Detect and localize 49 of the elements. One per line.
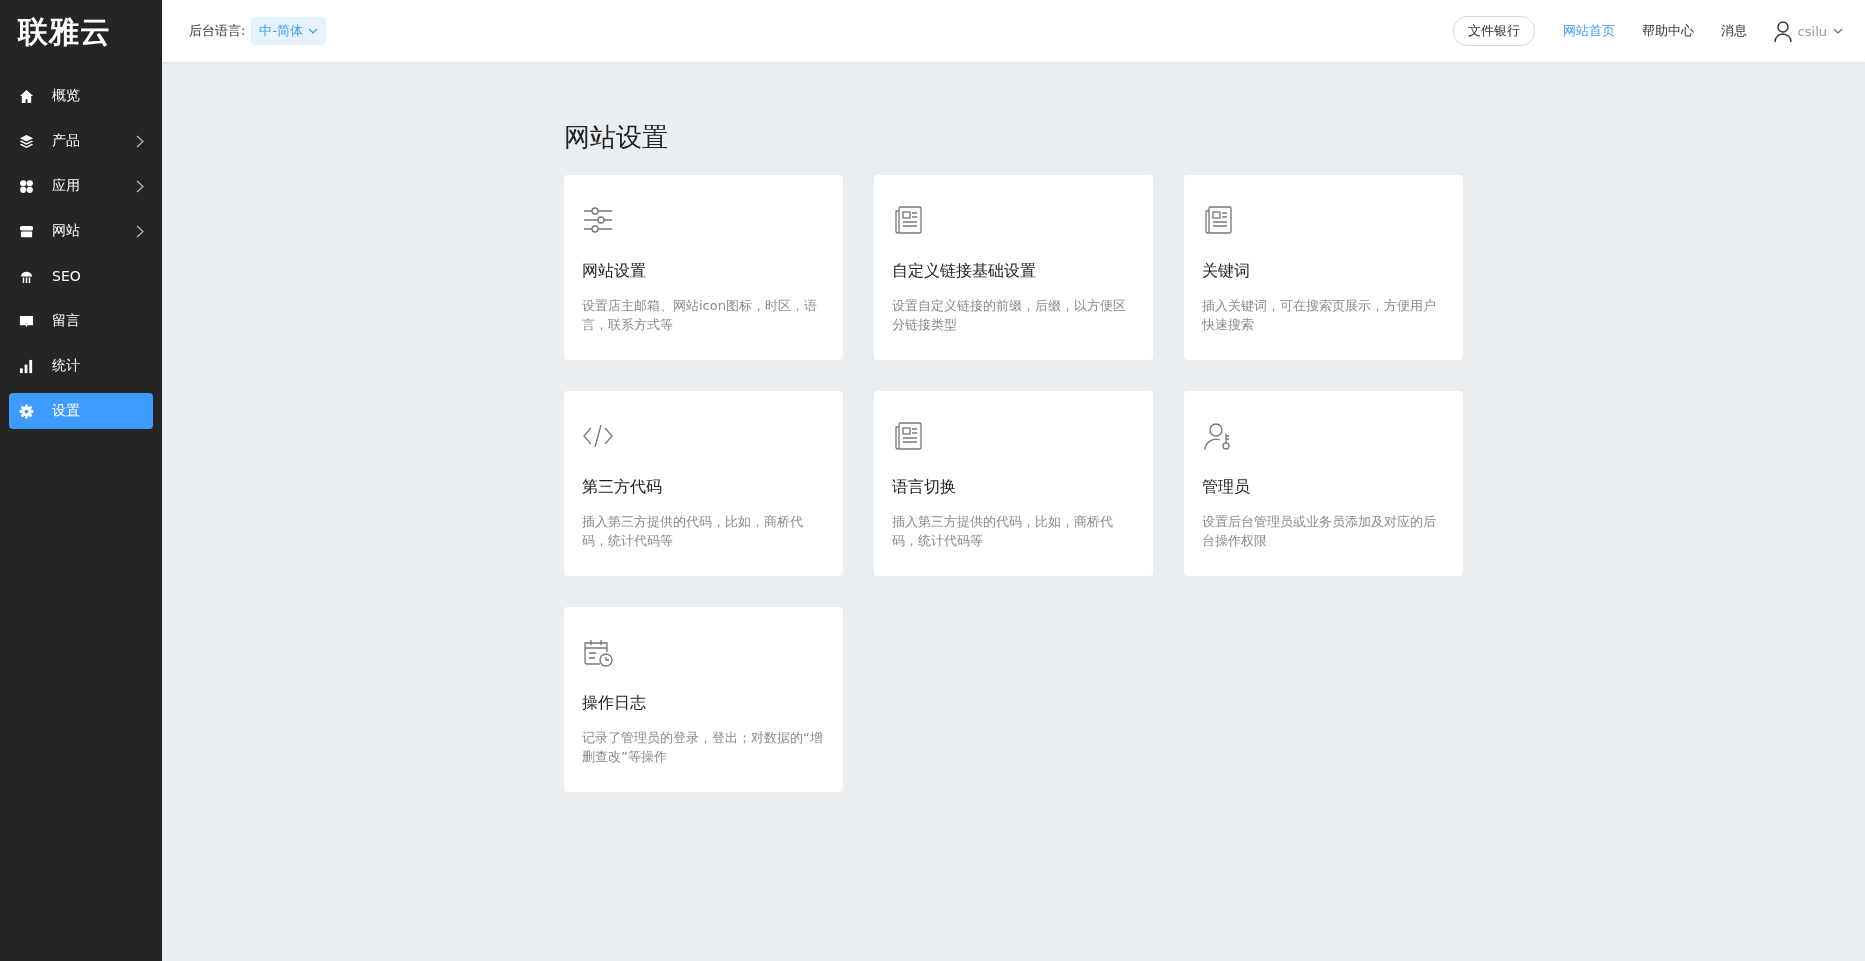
newspaper-icon (892, 205, 924, 235)
sidebar-item[interactable]: 网站 (9, 213, 153, 249)
caret-icon (308, 28, 319, 34)
card-title: 网站设置 (582, 261, 647, 282)
card-description: 插入第三方提供的代码，比如，商桥代码，统计代码等 (892, 513, 1114, 550)
chat-icon (19, 313, 34, 329)
sidebar-item[interactable]: 产品 (9, 123, 153, 159)
bar-chart-icon (19, 358, 34, 374)
card-title: 语言切换 (892, 477, 957, 498)
sidebar-item[interactable]: SEO (9, 258, 153, 294)
header-link[interactable]: 帮助中心 (1641, 22, 1694, 40)
card-description: 插入关键词，可在搜索页展示，方便用户快速搜索 (1202, 297, 1437, 334)
newspaper-icon (1202, 205, 1234, 235)
sidebar-item[interactable]: 留言 (9, 303, 153, 339)
card-description: 设置后台管理员或业务员添加及对应的后台操作权限 (1202, 513, 1437, 550)
header-link[interactable]: 消息 (1720, 22, 1747, 40)
settings-card[interactable]: 第三方代码 插入第三方提供的代码，比如，商桥代码，统计代码等 (564, 391, 843, 576)
sidebar-item[interactable]: 应用 (9, 168, 153, 204)
sidebar-item[interactable]: 概览 (9, 78, 153, 114)
newspaper-icon (892, 421, 924, 451)
card-description: 插入第三方提供的代码，比如，商桥代码，统计代码等 (582, 513, 804, 550)
file-bank-button[interactable]: 文件银行 (1452, 16, 1535, 46)
language-label: 后台语言: (189, 22, 246, 40)
settings-card[interactable]: 自定义链接基础设置 设置自定义链接的前缀，后缀，以方便区分链接类型 (874, 175, 1153, 360)
card-title: 第三方代码 (582, 477, 663, 498)
calendar-clock-icon (582, 637, 614, 667)
card-title: 操作日志 (582, 693, 647, 714)
settings-card[interactable]: 操作日志 记录了管理员的登录，登出；对数据的“增删查改”等操作 (564, 607, 843, 792)
card-title: 关键词 (1202, 261, 1251, 282)
settings-card[interactable]: 网站设置 设置店主邮箱、网站icon图标，时区，语言，联系方式等 (564, 175, 843, 360)
card-title: 管理员 (1202, 477, 1251, 498)
settings-card[interactable]: 关键词 插入关键词，可在搜索页展示，方便用户快速搜索 (1184, 175, 1463, 360)
brand-logo: 联雅云 (16, 13, 112, 51)
page-title: 网站设置 (564, 121, 669, 154)
settings-icon (19, 403, 34, 419)
card-description: 设置自定义链接的前缀，后缀，以方便区分链接类型 (892, 297, 1127, 334)
grid-icon (19, 178, 34, 194)
caret-icon[interactable] (1833, 28, 1843, 34)
sliders-icon (582, 205, 614, 235)
card-description: 记录了管理员的登录，登出；对数据的“增删查改”等操作 (582, 729, 824, 766)
settings-card[interactable]: 管理员 设置后台管理员或业务员添加及对应的后台操作权限 (1184, 391, 1463, 576)
settings-card[interactable]: 语言切换 插入第三方提供的代码，比如，商桥代码，统计代码等 (874, 391, 1153, 576)
sidebar-item[interactable]: 统计 (9, 348, 153, 384)
store-icon (19, 223, 34, 239)
user-icon[interactable] (1773, 20, 1792, 42)
card-title: 自定义链接基础设置 (892, 261, 1037, 282)
layers-icon (19, 133, 34, 149)
home-icon (19, 88, 34, 104)
card-description: 设置店主邮箱、网站icon图标，时区，语言，联系方式等 (582, 297, 818, 334)
